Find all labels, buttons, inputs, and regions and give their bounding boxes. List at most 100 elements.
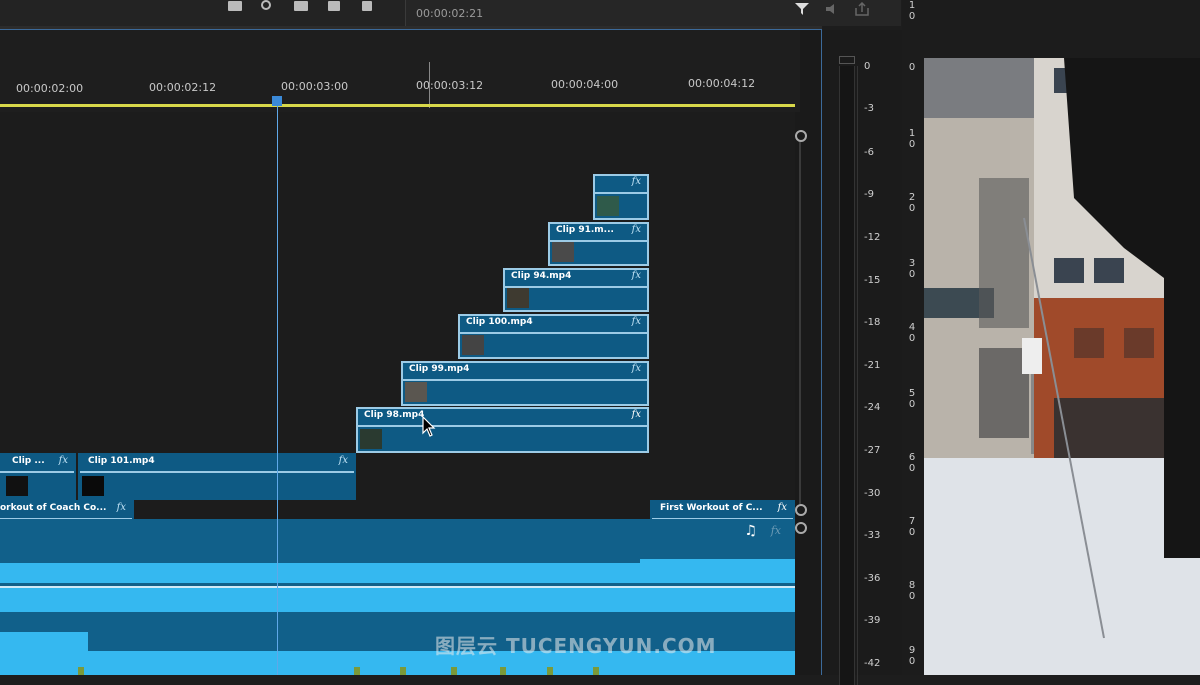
- playhead-handle[interactable]: [272, 96, 282, 106]
- ruler-strip-label: 0: [908, 62, 916, 73]
- ruler-strip-label: 7 0: [908, 516, 916, 538]
- current-timecode[interactable]: 00:00:02:21: [416, 7, 483, 20]
- clip-header: Clip ... fx: [0, 455, 74, 473]
- program-ruler-strip: 1 0 0 1 0 2 0 3 0 4 0 5 0 6 0 7 0 8 0 9 …: [902, 0, 925, 675]
- keyframe[interactable]: [547, 667, 553, 675]
- clip-header: Clip 98.mp4 fx: [358, 409, 647, 427]
- clip-header: Clip 101.mp4 fx: [80, 455, 354, 473]
- keyframe[interactable]: [500, 667, 506, 675]
- fx-badge[interactable]: fx: [632, 409, 641, 420]
- ruler-strip-label: 1 0: [908, 128, 916, 150]
- clip-name: Clip 98.mp4: [364, 410, 425, 420]
- track-row: [0, 204, 795, 251]
- meter-db-label: -42: [864, 658, 881, 669]
- fx-badge[interactable]: fx: [778, 502, 787, 513]
- clip-indicator[interactable]: [839, 56, 855, 64]
- fx-badge[interactable]: fx: [632, 176, 641, 187]
- clip-thumbnail: [405, 382, 427, 402]
- clip-name: Clip 99.mp4: [409, 364, 470, 374]
- scroll-handle-audio[interactable]: [795, 522, 807, 534]
- program-timecode-bar: 00:00:02:21: [405, 0, 901, 26]
- meter-db-label: -36: [864, 573, 881, 584]
- markers-icon[interactable]: [294, 1, 308, 11]
- ruler-strip-label: 2 0: [908, 192, 916, 214]
- clip-header: Clip 91.m... fx: [550, 224, 647, 242]
- watermark: 图层云 TUCENGYUN.COM: [435, 634, 717, 658]
- clip-header: Clip 94.mp4 fx: [505, 270, 647, 288]
- ruler-strip-label: 6 0: [908, 452, 916, 474]
- meter-db-label: -30: [864, 488, 881, 499]
- video-clip[interactable]: Clip 100.mp4 fx: [458, 314, 649, 359]
- ruler-label: 00:00:03:00: [281, 80, 349, 93]
- keyframe[interactable]: [78, 667, 84, 675]
- video-clip[interactable]: Clip 101.mp4 fx: [78, 453, 356, 500]
- time-ruler[interactable]: 00:00:02:00 00:00:02:12 00:00:03:00 00:0…: [0, 30, 800, 112]
- waveform-peak: [0, 571, 88, 583]
- scroll-handle-bottom[interactable]: [795, 504, 807, 516]
- track-row: [0, 342, 795, 389]
- clip-name: First Workout of C...: [660, 503, 763, 513]
- export-icon[interactable]: [854, 2, 870, 16]
- program-monitor-frame[interactable]: [924, 58, 1200, 675]
- ruler-label: 00:00:02:00: [16, 82, 84, 95]
- keyframe[interactable]: [354, 667, 360, 675]
- fx-badge[interactable]: fx: [339, 455, 348, 466]
- scroll-handle-top[interactable]: [795, 130, 807, 142]
- channel-divider: [0, 612, 795, 632]
- linked-selection-icon[interactable]: [328, 1, 340, 11]
- meter-db-label: -21: [864, 360, 881, 371]
- track-row: [0, 250, 795, 297]
- clip-header: fx: [595, 176, 647, 194]
- track-row: [0, 112, 795, 159]
- video-clip[interactable]: Clip 98.mp4 fx: [356, 407, 649, 453]
- vertical-scrollbar[interactable]: [795, 130, 807, 534]
- fx-badge[interactable]: fx: [632, 316, 641, 327]
- ripple-edit-icon[interactable]: [228, 1, 242, 11]
- keyframe[interactable]: [400, 667, 406, 675]
- ruler-strip-label: 5 0: [908, 388, 916, 410]
- scroll-track[interactable]: [799, 142, 801, 504]
- keyframe[interactable]: [451, 667, 457, 675]
- video-clip[interactable]: fx: [593, 174, 649, 220]
- video-clip[interactable]: Clip ... fx: [0, 453, 76, 500]
- program-monitor-header: [924, 0, 1200, 58]
- video-clip[interactable]: Clip 91.m... fx: [548, 222, 649, 266]
- meter-db-label: -6: [864, 147, 874, 158]
- ruler-label: 00:00:02:12: [149, 81, 217, 94]
- search-icon[interactable]: [261, 0, 271, 10]
- waveform-peak: [0, 632, 88, 675]
- keyframe[interactable]: [593, 667, 599, 675]
- ruler-label: 00:00:04:00: [551, 78, 619, 91]
- meter-db-label: -18: [864, 317, 881, 328]
- fx-badge[interactable]: fx: [771, 524, 781, 537]
- meter-db-label: -27: [864, 445, 881, 456]
- meter-db-label: 0: [864, 61, 871, 72]
- meter-db-label: -12: [864, 232, 881, 243]
- work-area-bar[interactable]: [0, 104, 795, 107]
- audio-out-icon[interactable]: [824, 2, 840, 16]
- video-clip[interactable]: Clip 99.mp4 fx: [401, 361, 649, 406]
- meter-channel-right: [857, 66, 858, 685]
- trash-icon[interactable]: [362, 1, 372, 11]
- fx-badge[interactable]: fx: [632, 363, 641, 374]
- clip-thumbnail: [360, 429, 382, 449]
- ruler-label: 00:00:03:12: [416, 79, 484, 92]
- fx-badge[interactable]: fx: [59, 455, 68, 466]
- fx-badge[interactable]: fx: [632, 224, 641, 235]
- meter-db-label: -33: [864, 530, 881, 541]
- fx-badge[interactable]: fx: [117, 502, 126, 513]
- meter-db-label: -15: [864, 275, 881, 286]
- ruler-major-tick: [429, 62, 430, 108]
- fx-badge[interactable]: fx: [632, 270, 641, 281]
- sequence-timeline[interactable]: 00:00:02:00 00:00:02:12 00:00:03:00 00:0…: [0, 30, 822, 675]
- clip-thumbnail: [82, 476, 104, 496]
- ruler-strip-label: 4 0: [908, 322, 916, 344]
- clip-name: Clip 101.mp4: [88, 456, 155, 466]
- video-frame-image: [924, 58, 1200, 675]
- playhead-line[interactable]: [277, 98, 278, 675]
- video-clip[interactable]: Clip 94.mp4 fx: [503, 268, 649, 312]
- track-row: [0, 158, 795, 205]
- clip-name: Clip 94.mp4: [511, 271, 572, 281]
- filter-icon[interactable]: [794, 2, 810, 16]
- timeline-toolbar: [0, 0, 405, 26]
